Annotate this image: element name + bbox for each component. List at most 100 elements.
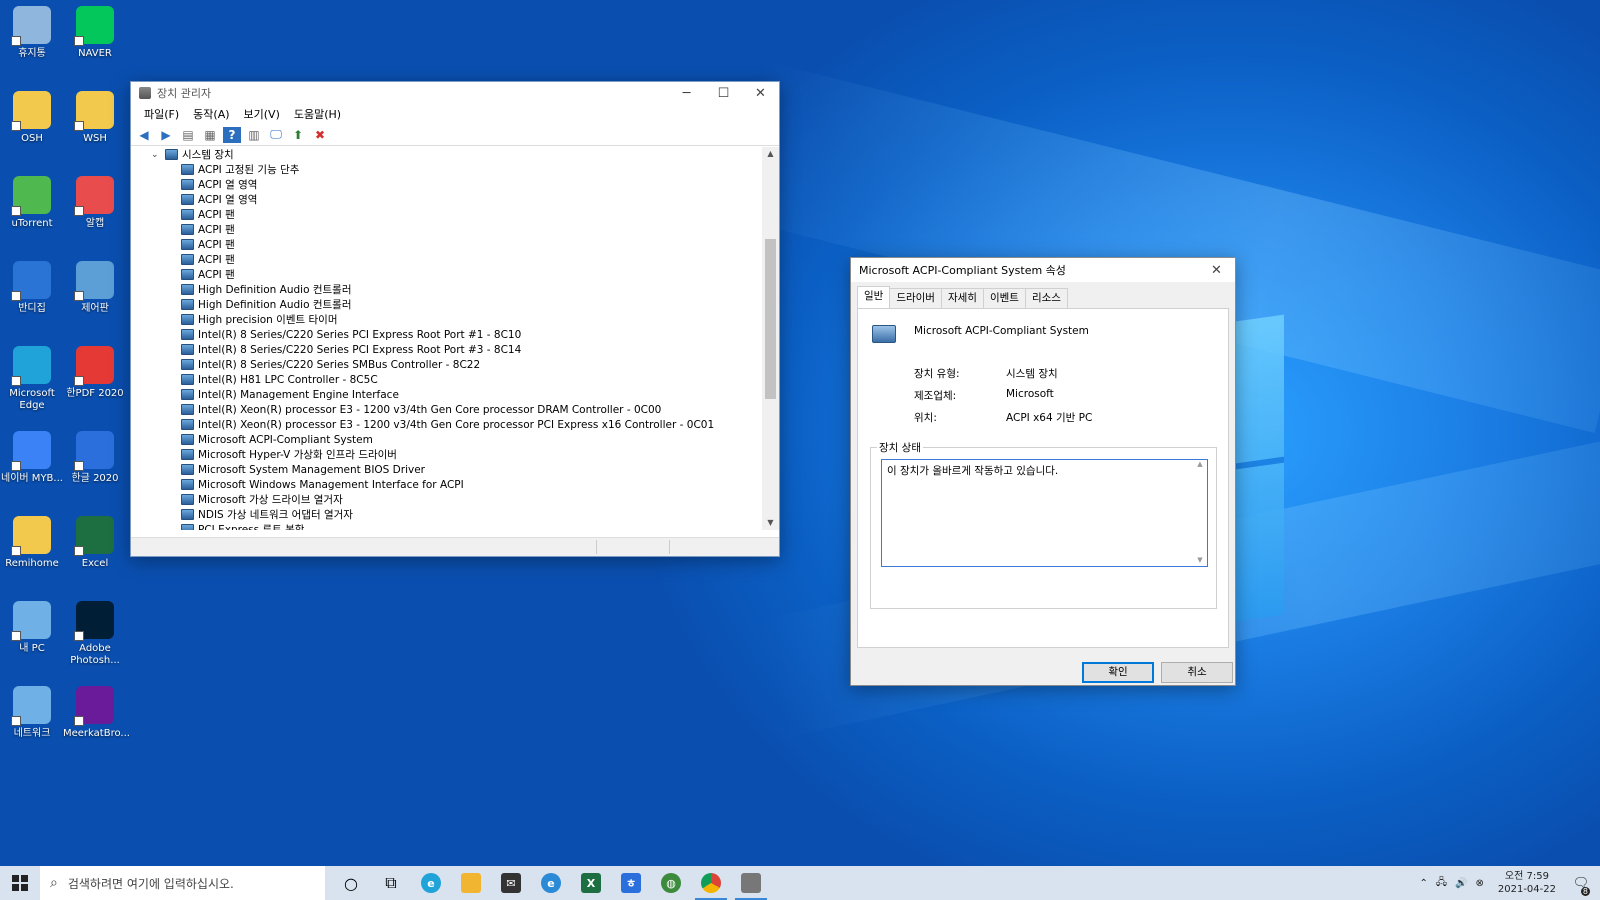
taskbar-internet-explorer[interactable]: e [531, 866, 571, 900]
taskbar-chrome[interactable] [691, 866, 731, 900]
clock[interactable]: 오전 7:59 2021-04-22 [1498, 870, 1556, 896]
desktop-icon[interactable]: Adobe Photosh... [63, 601, 127, 667]
device-item[interactable]: ACPI 팬 [131, 237, 763, 252]
close-button[interactable]: ✕ [742, 82, 779, 104]
desktop-icon[interactable]: 알캡 [63, 176, 127, 230]
device-item[interactable]: ACPI 팬 [131, 267, 763, 282]
device-item[interactable]: Microsoft System Management BIOS Driver [131, 462, 763, 477]
dialog-titlebar[interactable]: Microsoft ACPI-Compliant System 속성 ✕ [851, 258, 1235, 282]
desktop-icon[interactable]: 네트워크 [0, 686, 64, 740]
device-status-textbox[interactable]: 이 장치가 올바르게 작동하고 있습니다. ▲ ▼ [881, 459, 1208, 567]
desktop-icon[interactable]: uTorrent [0, 176, 64, 230]
blocked-icon[interactable]: ⊗ [1475, 878, 1483, 889]
tree-category[interactable]: ⌄ 시스템 장치 [131, 147, 763, 162]
scroll-down-icon[interactable]: ▼ [1193, 556, 1207, 564]
start-button[interactable] [0, 866, 40, 900]
device-item[interactable]: Intel(R) 8 Series/C220 Series SMBus Cont… [131, 357, 763, 372]
desktop-icon[interactable]: 반디집 [0, 261, 64, 315]
tab-events[interactable]: 이벤트 [982, 288, 1026, 308]
device-item[interactable]: ACPI 열 영역 [131, 192, 763, 207]
notification-button[interactable]: 🗨 8 [1570, 872, 1592, 896]
taskbar-device-manager[interactable] [731, 866, 771, 900]
ok-button[interactable]: 확인 [1082, 662, 1154, 683]
device-item[interactable]: Microsoft Hyper-V 가상화 인프라 드라이버 [131, 447, 763, 462]
close-button[interactable]: ✕ [1198, 259, 1235, 281]
device-item[interactable]: Intel(R) Xeon(R) processor E3 - 1200 v3/… [131, 402, 763, 417]
device-item[interactable]: Microsoft 가상 드라이브 열거자 [131, 492, 763, 507]
forward-arrow-icon[interactable]: ▶ [157, 127, 175, 143]
device-item[interactable]: High Definition Audio 컨트롤러 [131, 297, 763, 312]
taskbar-mail[interactable]: ✉ [491, 866, 531, 900]
desktop-icon[interactable]: 한글 2020 [63, 431, 127, 485]
desktop-icon[interactable]: 네이버 MYB... [0, 431, 64, 485]
scroll-down-icon[interactable]: ▼ [762, 516, 779, 530]
back-arrow-icon[interactable]: ◀ [135, 127, 153, 143]
desktop-icon[interactable]: OSH [0, 91, 64, 145]
desktop-icon[interactable]: 내 PC [0, 601, 64, 655]
tab-resources[interactable]: 리소스 [1024, 288, 1068, 308]
vertical-scrollbar[interactable]: ▲ ▼ [762, 147, 779, 530]
chevron-up-icon[interactable]: ⌃ [1419, 878, 1427, 889]
device-item[interactable]: ACPI 팬 [131, 252, 763, 267]
system-device-icon [181, 209, 194, 220]
desktop-icon[interactable]: WSH [63, 91, 127, 145]
menu-view[interactable]: 보기(V) [237, 106, 287, 122]
device-item[interactable]: ACPI 팬 [131, 207, 763, 222]
menu-file[interactable]: 파일(F) [137, 106, 186, 122]
desktop-icon[interactable]: Excel [63, 516, 127, 570]
device-item[interactable]: Microsoft Windows Management Interface f… [131, 477, 763, 492]
device-label: Intel(R) H81 LPC Controller - 8C5C [198, 373, 378, 386]
minimize-button[interactable]: ─ [668, 82, 705, 104]
scroll-up-icon[interactable]: ▲ [762, 147, 779, 161]
taskbar-network-app[interactable]: ◍ [651, 866, 691, 900]
show-hide-tree-icon[interactable]: ▤ [179, 127, 197, 143]
properties-icon[interactable]: ▦ [201, 127, 219, 143]
network-icon[interactable]: 🖧 [1436, 875, 1447, 892]
device-item[interactable]: Intel(R) Management Engine Interface [131, 387, 763, 402]
desktop-icon[interactable]: 제어판 [63, 261, 127, 315]
status-scrollbar[interactable]: ▲ ▼ [1193, 460, 1207, 566]
desktop-icon[interactable]: Microsoft Edge [0, 346, 64, 412]
device-item[interactable]: Intel(R) H81 LPC Controller - 8C5C [131, 372, 763, 387]
device-item[interactable]: Intel(R) 8 Series/C220 Series PCI Expres… [131, 342, 763, 357]
device-item[interactable]: Intel(R) 8 Series/C220 Series PCI Expres… [131, 327, 763, 342]
device-item[interactable]: High Definition Audio 컨트롤러 [131, 282, 763, 297]
device-item[interactable]: ACPI 팬 [131, 222, 763, 237]
cortana-icon[interactable]: ○ [331, 866, 371, 900]
search-box[interactable]: ⌕ 검색하려면 여기에 입력하십시오. [40, 866, 325, 900]
taskbar-excel[interactable]: X [571, 866, 611, 900]
tab-details[interactable]: 자세히 [940, 288, 984, 308]
taskbar-file-explorer[interactable] [451, 866, 491, 900]
device-item[interactable]: NDIS 가상 네트워크 어댑터 열거자 [131, 507, 763, 522]
desktop-icon[interactable]: NAVER [63, 6, 127, 60]
desktop-icon[interactable]: Remihome [0, 516, 64, 570]
device-item[interactable]: PCI Express 루트 복합 [131, 522, 763, 530]
desktop-icon[interactable]: 휴지통 [0, 6, 64, 60]
menu-help[interactable]: 도움말(H) [287, 106, 348, 122]
scan-hardware-icon[interactable]: 🖵 [267, 127, 285, 143]
scroll-thumb[interactable] [765, 239, 776, 399]
add-driver-icon[interactable]: ⬆ [289, 127, 307, 143]
taskbar-hangul[interactable]: ㅎ [611, 866, 651, 900]
task-view-icon[interactable]: ⧉ [371, 866, 411, 900]
chevron-down-icon[interactable]: ⌄ [151, 150, 165, 160]
menu-action[interactable]: 동작(A) [186, 106, 236, 122]
device-item[interactable]: ACPI 열 영역 [131, 177, 763, 192]
device-item[interactable]: ACPI 고정된 기능 단추 [131, 162, 763, 177]
device-item[interactable]: High precision 이벤트 타이머 [131, 312, 763, 327]
tab-driver[interactable]: 드라이버 [889, 288, 942, 308]
tab-general[interactable]: 일반 [857, 286, 891, 308]
uninstall-device-icon[interactable]: ✖ [311, 127, 329, 143]
device-item[interactable]: Intel(R) Xeon(R) processor E3 - 1200 v3/… [131, 417, 763, 432]
taskbar-edge[interactable]: e [411, 866, 451, 900]
cancel-button[interactable]: 취소 [1161, 662, 1233, 683]
device-item[interactable]: Microsoft ACPI-Compliant System [131, 432, 763, 447]
volume-icon[interactable]: 🔊 [1455, 878, 1467, 889]
desktop-icon[interactable]: 한PDF 2020 [63, 346, 127, 400]
maximize-button[interactable]: ☐ [705, 82, 742, 104]
view-icon[interactable]: ▥ [245, 127, 263, 143]
scroll-up-icon[interactable]: ▲ [1193, 460, 1207, 468]
device-manager-titlebar[interactable]: 장치 관리자 ─ ☐ ✕ [131, 82, 779, 104]
help-icon[interactable]: ? [223, 126, 241, 143]
desktop-icon[interactable]: MeerkatBro... [63, 686, 130, 740]
